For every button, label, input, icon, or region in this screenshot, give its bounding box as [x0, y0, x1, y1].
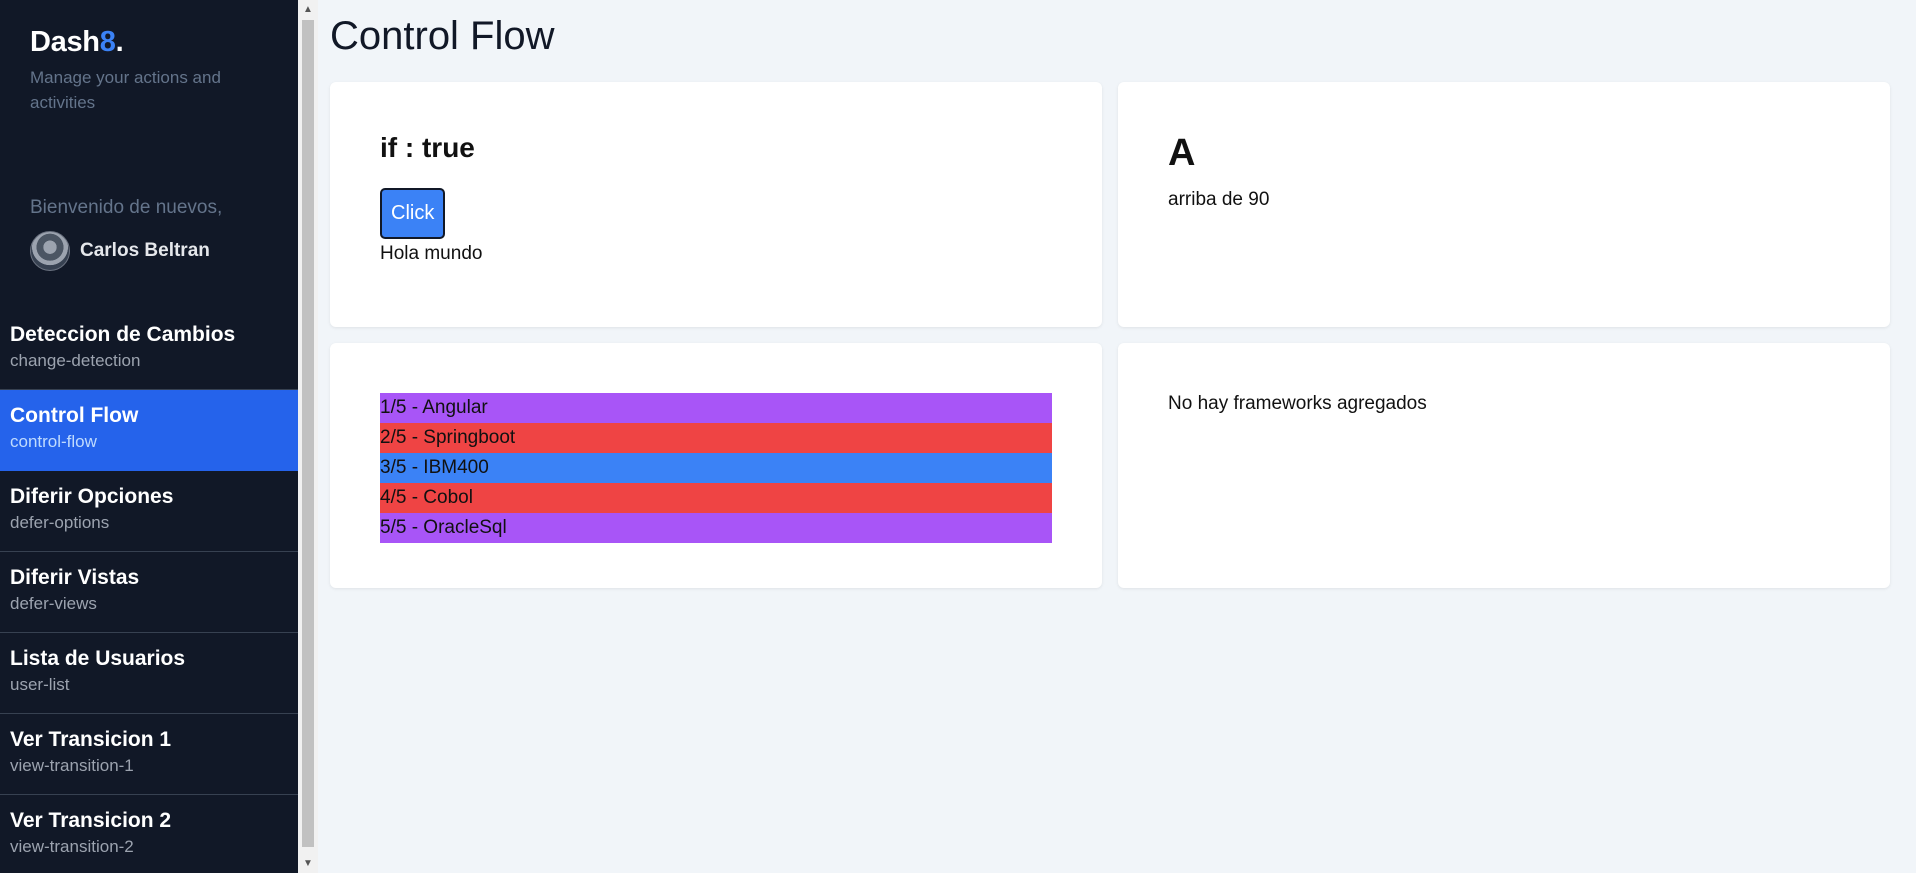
list-item: 2/5 - Springboot	[380, 423, 1052, 453]
grade-letter: A	[1168, 132, 1196, 174]
grade-card: A arriba de 90	[1118, 82, 1890, 327]
nav-path: defer-views	[10, 594, 97, 613]
logo-main: Dash	[30, 26, 100, 58]
nav-path: view-transition-1	[10, 756, 134, 775]
nav-path: defer-options	[10, 513, 110, 532]
hola-text: Hola mundo	[380, 243, 483, 264]
empty-frameworks-card: No hay frameworks agregados	[1118, 343, 1890, 588]
grade-text: arriba de 90	[1168, 189, 1270, 210]
nav-path: control-flow	[10, 432, 97, 451]
sidebar-item-change-detection[interactable]: Deteccion de Cambios change-detection	[0, 309, 298, 390]
nav-title: Diferir Vistas	[10, 566, 140, 589]
list-item: 1/5 - Angular	[380, 393, 1052, 423]
logo-title: Dash8.	[30, 26, 268, 59]
nav-title: Ver Transicion 2	[10, 809, 172, 832]
sidebar-nav: Deteccion de Cambios change-detection Co…	[0, 309, 298, 873]
logo-accent: 8	[99, 26, 116, 58]
scroll-down-icon[interactable]: ▼	[298, 858, 318, 869]
nav-title: Deteccion de Cambios	[10, 323, 236, 346]
if-card: if : true Click Hola mundo	[330, 82, 1102, 327]
sidebar-item-defer-views[interactable]: Diferir Vistas defer-views	[0, 552, 298, 633]
welcome-block: Bienvenido de nuevos, Carlos Beltran	[0, 115, 298, 271]
nav-title: Diferir Opciones	[10, 485, 174, 508]
empty-frameworks-text: No hay frameworks agregados	[1168, 393, 1427, 414]
frameworks-card: 1/5 - Angular 2/5 - Springboot 3/5 - IBM…	[330, 343, 1102, 588]
logo-dot: .	[115, 26, 124, 58]
nav-path: change-detection	[10, 351, 141, 370]
main-content: Control Flow if : true Click Hola mundo …	[318, 0, 1916, 873]
sidebar-item-control-flow[interactable]: Control Flow control-flow	[0, 390, 298, 471]
app-root: Dash8. Manage your actions and activitie…	[0, 0, 1916, 873]
list-item: 4/5 - Cobol	[380, 483, 1052, 513]
page-title: Control Flow	[330, 14, 555, 58]
welcome-label: Bienvenido de nuevos,	[30, 197, 223, 218]
sidebar: Dash8. Manage your actions and activitie…	[0, 0, 298, 873]
nav-title: Ver Transicion 1	[10, 728, 172, 751]
sidebar-item-view-transition-1[interactable]: Ver Transicion 1 view-transition-1	[0, 714, 298, 795]
nav-path: user-list	[10, 675, 70, 694]
logo: Dash8. Manage your actions and activitie…	[0, 0, 298, 115]
list-item: 5/5 - OracleSql	[380, 513, 1052, 543]
sidebar-item-defer-options[interactable]: Diferir Opciones defer-options	[0, 471, 298, 552]
nav-path: view-transition-2	[10, 837, 134, 856]
user-profile: Carlos Beltran	[30, 231, 268, 271]
sidebar-item-view-transition-2[interactable]: Ver Transicion 2 view-transition-2	[0, 795, 298, 873]
user-name: Carlos Beltran	[80, 240, 210, 261]
sidebar-scrollbar[interactable]: ▲ ▼	[298, 0, 318, 873]
scroll-up-icon[interactable]: ▲	[298, 4, 318, 15]
click-button[interactable]: Click	[380, 188, 446, 239]
nav-title: Lista de Usuarios	[10, 647, 186, 670]
if-heading: if : true	[380, 132, 475, 163]
sidebar-item-user-list[interactable]: Lista de Usuarios user-list	[0, 633, 298, 714]
frameworks-list: 1/5 - Angular 2/5 - Springboot 3/5 - IBM…	[380, 393, 1052, 543]
logo-subtitle: Manage your actions and activities	[30, 68, 221, 112]
nav-title: Control Flow	[10, 404, 139, 427]
avatar	[30, 231, 70, 271]
cards-grid: if : true Click Hola mundo A arriba de 9…	[330, 82, 1890, 588]
list-item: 3/5 - IBM400	[380, 453, 1052, 483]
scrollbar-thumb[interactable]	[302, 20, 314, 847]
